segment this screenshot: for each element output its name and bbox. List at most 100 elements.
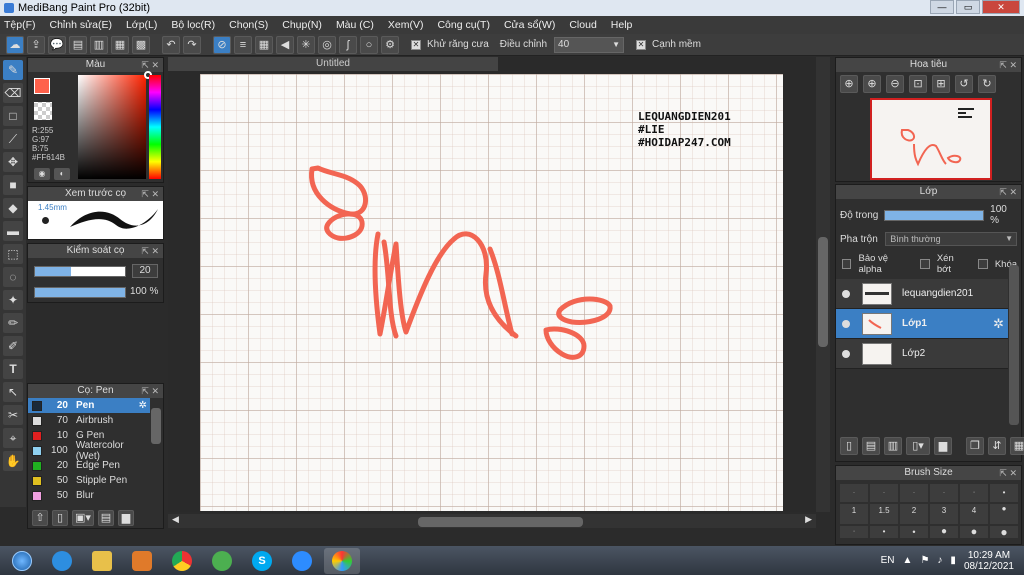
select-pen-tool-icon[interactable]: ✏ <box>3 313 23 333</box>
coccoc-icon[interactable] <box>204 548 240 574</box>
saturation-picker[interactable] <box>78 75 146 179</box>
panel-expand-icon[interactable]: ⇱ ✕ <box>999 185 1017 199</box>
gear-icon[interactable]: ✲ <box>139 400 147 411</box>
curve-snap-icon[interactable]: ʃ <box>339 35 357 54</box>
brush-size-cell[interactable]: • <box>870 526 898 538</box>
eye-icon[interactable] <box>842 349 850 358</box>
text-tool-icon[interactable]: T <box>3 359 23 379</box>
explorer-icon[interactable] <box>84 548 120 574</box>
bucket-tool-icon[interactable]: ◆ <box>3 198 23 218</box>
layer-scrollbar[interactable] <box>1009 265 1019 425</box>
drawing-canvas[interactable]: LEQUANGDIEN201 #LIE #HOIDAP247.COM <box>200 74 783 511</box>
brush-size-cell[interactable]: · <box>930 484 958 502</box>
parallel-snap-icon[interactable]: ≡ <box>234 35 252 54</box>
scroll-right-icon[interactable]: ▶ <box>805 514 812 525</box>
eyedropper-tool-icon[interactable]: ⌖ <box>3 428 23 448</box>
new-8bit-layer-icon[interactable]: ▥ <box>884 437 902 455</box>
network-icon[interactable]: ▮ <box>950 555 956 566</box>
settings-icon[interactable]: ⚙ <box>381 35 399 54</box>
new-halftone-layer-icon[interactable]: ▤ <box>862 437 880 455</box>
layout-icon[interactable]: ▦ <box>111 35 129 54</box>
brush-opacity-slider[interactable] <box>34 287 126 298</box>
lock-checkbox[interactable] <box>978 259 988 269</box>
brush-size-cell[interactable]: · <box>900 484 928 502</box>
new-folder-icon[interactable]: ▆ <box>934 437 952 455</box>
media-icon[interactable] <box>124 548 160 574</box>
new-brush-icon[interactable]: ▯ <box>52 510 68 526</box>
menu-help[interactable]: Help <box>611 19 633 31</box>
brush-settings-icon[interactable]: ▤ <box>98 510 114 526</box>
brush-size-cell[interactable]: · <box>840 484 868 502</box>
duplicate-layer-icon[interactable]: ❐ <box>966 437 984 455</box>
hand-tool-icon[interactable]: ✋ <box>3 451 23 471</box>
flag-icon[interactable]: ⚑ <box>920 555 929 566</box>
blend-mode-select[interactable]: Bình thường ▼ <box>885 232 1017 246</box>
circle-snap-icon[interactable]: ◎ <box>318 35 336 54</box>
clip-checkbox[interactable] <box>920 259 930 269</box>
zoom-in-icon[interactable]: ⊕ <box>840 75 858 93</box>
menu-layer[interactable]: Lớp(L) <box>126 19 157 31</box>
layer-row[interactable]: lequangdien201 <box>836 279 1008 309</box>
menu-tools[interactable]: Công cụ(T) <box>437 19 490 31</box>
eye-icon[interactable] <box>842 289 850 298</box>
menu-view[interactable]: Xem(V) <box>388 19 424 31</box>
protect-alpha-checkbox[interactable] <box>842 259 852 269</box>
select-eraser-tool-icon[interactable]: ✐ <box>3 336 23 356</box>
menu-color[interactable]: Màu (C) <box>336 19 374 31</box>
brush-size-cell[interactable]: · <box>960 484 988 502</box>
start-button[interactable] <box>4 548 40 574</box>
brush-size-slider[interactable] <box>34 266 126 277</box>
folder-icon[interactable]: ▆ <box>118 510 134 526</box>
operation-tool-icon[interactable]: ↖ <box>3 382 23 402</box>
zoom-icon[interactable] <box>284 548 320 574</box>
minimize-button[interactable]: — <box>930 0 954 14</box>
rectangle-tool-icon[interactable]: □ <box>3 106 23 126</box>
select-tool-icon[interactable]: ⬚ <box>3 244 23 264</box>
brush-list-scrollbar[interactable] <box>151 408 161 444</box>
brush-size-cell[interactable]: · <box>870 484 898 502</box>
panel-expand-icon[interactable]: ⇱ ✕ <box>141 58 159 72</box>
actual-size-icon[interactable]: ⊞ <box>932 75 950 93</box>
panel-expand-icon[interactable]: ⇱ ✕ <box>999 58 1017 72</box>
brush-size-cell[interactable]: · <box>840 526 868 538</box>
brush-size-value[interactable]: 20 <box>132 264 158 278</box>
transparent-swatch[interactable] <box>34 102 52 120</box>
brush-size-cell[interactable]: 1 <box>840 504 868 524</box>
brush-item[interactable]: 50 Stipple Pen <box>28 473 150 488</box>
brush-item[interactable]: 50 Blur <box>28 488 150 503</box>
brush-size-cell[interactable]: ● <box>990 504 1018 524</box>
grid-icon[interactable]: ▩ <box>132 35 150 54</box>
panel-expand-icon[interactable]: ⇱ ✕ <box>999 466 1017 480</box>
cross-snap-icon[interactable]: ▦ <box>255 35 273 54</box>
color-wheel-icon[interactable]: ◐ <box>54 168 70 180</box>
layer-row[interactable]: Lớp2 <box>836 339 1008 369</box>
gradient-tool-icon[interactable]: ▬ <box>3 221 23 241</box>
color-picker-icon[interactable]: ◉ <box>34 168 50 180</box>
redo-icon[interactable]: ↷ <box>183 35 201 54</box>
vanish-snap-icon[interactable]: ◀ <box>276 35 294 54</box>
fill-rect-tool-icon[interactable]: ■ <box>3 175 23 195</box>
layer-settings-icon[interactable]: ▦ <box>1010 437 1024 455</box>
menu-cloud[interactable]: Cloud <box>569 19 596 31</box>
fit-icon[interactable]: ⊡ <box>909 75 927 93</box>
primary-color-swatch[interactable] <box>34 78 50 94</box>
brush-item[interactable]: 70 Airbrush <box>28 413 150 428</box>
brush-size-cell[interactable]: • <box>990 484 1018 502</box>
clock-date[interactable]: 08/12/2021 <box>964 561 1014 572</box>
menu-snap[interactable]: Chụp(N) <box>282 19 322 31</box>
zoom-reset-icon[interactable]: ⊖ <box>886 75 904 93</box>
ellipse-snap-icon[interactable]: ○ <box>360 35 378 54</box>
brush-size-cell[interactable]: ● <box>990 526 1018 538</box>
window-icon[interactable]: ▤ <box>69 35 87 54</box>
panel-expand-icon[interactable]: ⇱ ✕ <box>141 187 159 201</box>
canvas-horizontal-scrollbar[interactable]: ◀ ▶ <box>168 514 816 528</box>
gear-icon[interactable]: ✲ <box>993 316 1004 332</box>
clock-time[interactable]: 10:29 AM <box>964 550 1014 561</box>
navigator-preview[interactable] <box>870 98 992 180</box>
antialias-checkbox[interactable]: ✕ <box>411 39 421 50</box>
magic-wand-tool-icon[interactable]: ✦ <box>3 290 23 310</box>
panel-expand-icon[interactable]: ⇱ ✕ <box>141 244 159 258</box>
brush-size-cell[interactable]: ● <box>960 526 988 538</box>
canvas-vertical-scrollbar[interactable] <box>816 57 830 512</box>
eye-icon[interactable] <box>842 319 850 328</box>
